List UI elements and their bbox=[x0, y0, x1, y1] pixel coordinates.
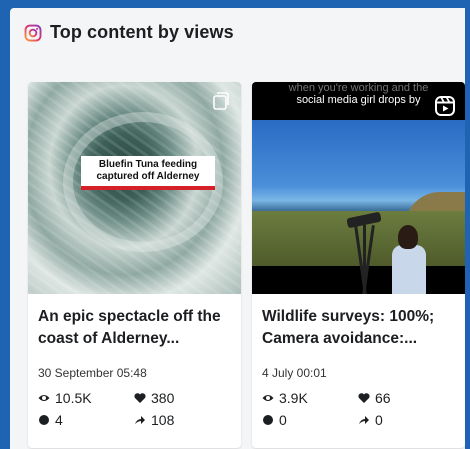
instagram-icon bbox=[24, 24, 42, 41]
thumbnail-caption: when you're working and the social media… bbox=[252, 82, 465, 106]
post-date: 4 July 00:01 bbox=[262, 366, 327, 380]
eye-icon bbox=[262, 395, 274, 401]
heart-icon bbox=[134, 393, 146, 403]
likes-stat: 380 bbox=[134, 390, 174, 406]
comment-icon bbox=[263, 415, 273, 425]
post-thumbnail[interactable]: Bluefin Tuna feeding captured off Aldern… bbox=[28, 82, 241, 294]
post-title: Wildlife surveys: 100%; Camera avoidance… bbox=[262, 308, 435, 347]
shares-count: 108 bbox=[151, 412, 175, 428]
post-thumbnail[interactable]: when you're working and the social media… bbox=[252, 82, 465, 294]
comment-icon bbox=[39, 415, 49, 425]
thumbnail-caption-line1: when you're working and the bbox=[288, 82, 429, 94]
likes-count: 66 bbox=[375, 390, 391, 406]
content-card[interactable]: Bluefin Tuna feeding captured off Aldern… bbox=[28, 82, 241, 448]
views-stat: 3.9K bbox=[262, 390, 308, 406]
views-count: 10.5K bbox=[55, 390, 92, 406]
shares-stat: 108 bbox=[134, 412, 174, 428]
views-stat: 10.5K bbox=[38, 390, 92, 406]
likes-stat: 66 bbox=[358, 390, 391, 406]
post-date: 30 September 05:48 bbox=[38, 366, 147, 380]
comments-count: 4 bbox=[55, 412, 63, 428]
panel-header: Top content by views bbox=[24, 22, 234, 43]
content-card[interactable]: when you're working and the social media… bbox=[252, 82, 465, 448]
heart-icon bbox=[358, 393, 370, 403]
carousel-icon bbox=[213, 92, 229, 110]
thumbnail-caption-line2: social media girl drops by bbox=[296, 94, 421, 106]
thumbnail-caption: Bluefin Tuna feeding captured off Aldern… bbox=[81, 156, 215, 190]
shares-count: 0 bbox=[375, 412, 383, 428]
eye-icon bbox=[38, 395, 50, 401]
panel-title: Top content by views bbox=[50, 22, 234, 42]
shares-stat: 0 bbox=[358, 412, 383, 428]
share-icon bbox=[359, 416, 369, 424]
share-icon bbox=[135, 416, 145, 424]
likes-count: 380 bbox=[151, 390, 175, 406]
top-content-panel: Top content by views Bluefin Tuna feedin… bbox=[10, 8, 465, 449]
views-count: 3.9K bbox=[279, 390, 308, 406]
post-title: An epic spectacle off the coast of Alder… bbox=[38, 308, 221, 347]
comments-stat: 0 bbox=[262, 412, 287, 428]
reels-icon bbox=[435, 96, 455, 116]
comments-count: 0 bbox=[279, 412, 287, 428]
comments-stat: 4 bbox=[38, 412, 63, 428]
